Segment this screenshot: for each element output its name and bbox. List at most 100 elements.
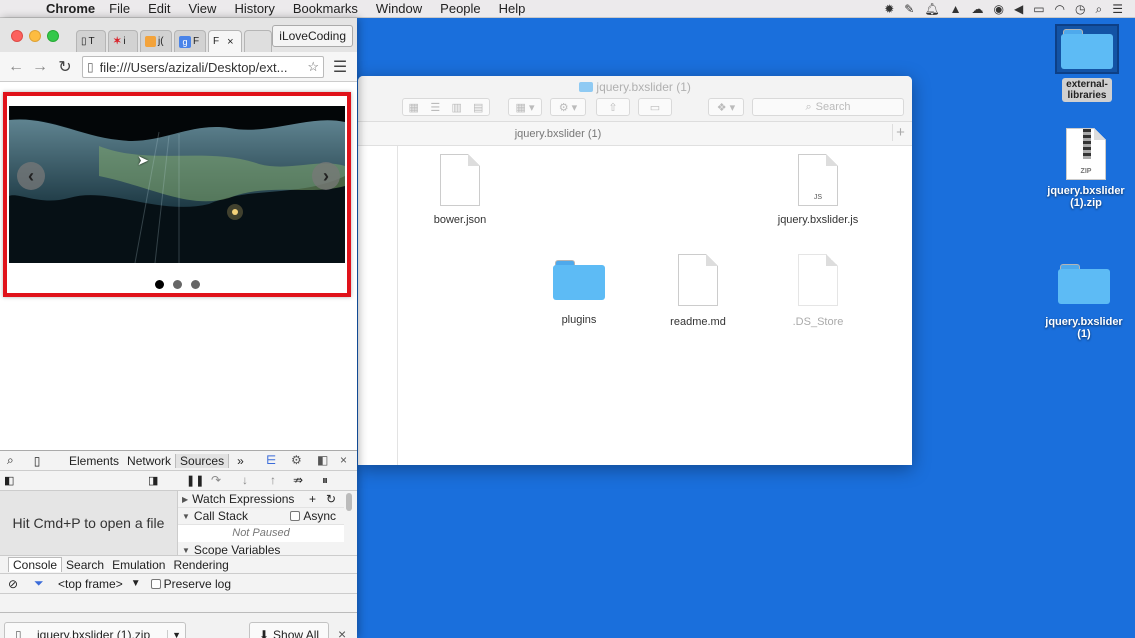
action-button[interactable]: ⚙ ▾	[550, 98, 586, 116]
creative-cloud-icon[interactable]: ☁	[971, 2, 983, 16]
clear-console-icon[interactable]: ⊘	[8, 577, 28, 591]
frame-select[interactable]: <top frame>	[58, 577, 123, 591]
debugger-scrollbar[interactable]	[346, 493, 352, 511]
finder-search-field[interactable]: ⌕ Search	[752, 98, 904, 116]
brightness-icon[interactable]: ✹	[884, 2, 894, 16]
spotlight-search-icon[interactable]: ⌕	[1096, 2, 1103, 17]
menu-view[interactable]: View	[188, 1, 216, 16]
step-into-icon[interactable]: ↓	[242, 473, 248, 487]
tab-network[interactable]: Network	[123, 454, 175, 468]
preserve-log-checkbox[interactable]	[150, 578, 161, 589]
call-stack-section[interactable]: ▼ Call Stack Async	[178, 508, 344, 525]
minimize-window-button[interactable]	[29, 30, 41, 42]
drawer-tab-rendering[interactable]: Rendering	[169, 558, 232, 572]
address-bar[interactable]: ▯ file:///Users/azizali/Desktop/ext... ☆	[82, 56, 324, 78]
share-button[interactable]: ⇧	[596, 98, 630, 116]
chevron-down-icon[interactable]: ▼	[131, 578, 141, 589]
menu-window[interactable]: Window	[376, 1, 422, 16]
step-over-icon[interactable]: ↷	[211, 473, 221, 487]
profile-button[interactable]: iLoveCoding	[272, 25, 353, 47]
google-drive-icon[interactable]: ▲	[950, 2, 962, 16]
close-window-button[interactable]	[11, 30, 23, 42]
slide-image-cave[interactable]: ➤	[9, 106, 345, 263]
tab-3[interactable]: j(	[140, 30, 172, 52]
tab-sources[interactable]: Sources	[175, 453, 230, 468]
notification-bell-icon[interactable]: 🔔︎	[924, 2, 939, 16]
console-drawer-icon[interactable]: ⋿	[266, 453, 276, 467]
tab-2[interactable]: ✶ i	[108, 30, 138, 52]
tab-close-icon[interactable]: ×	[227, 36, 233, 48]
tags-button[interactable]: ▭	[638, 98, 672, 116]
arrange-button[interactable]: ▦ ▾	[508, 98, 542, 116]
inspect-search-icon[interactable]: ⌕	[7, 453, 23, 468]
menu-people[interactable]: People	[440, 1, 480, 16]
tab-4[interactable]: gF	[174, 30, 206, 52]
more-tabs-icon[interactable]: »	[233, 454, 248, 468]
file-item-jquery-bxslider-js[interactable]: JS jquery.bxslider.js	[768, 154, 868, 226]
new-tab-plus-icon[interactable]: +	[892, 124, 908, 141]
notification-center-icon[interactable]: ☰	[1112, 2, 1123, 16]
gear-icon[interactable]: ⚙	[291, 453, 302, 467]
dropbox-button[interactable]: ❖ ▾	[708, 98, 744, 116]
watch-expressions-section[interactable]: ▶ Watch Expressions + ↻	[178, 491, 344, 508]
show-all-downloads-button[interactable]: ⬇ Show All	[249, 622, 329, 638]
pause-icon[interactable]: ❚❚	[186, 474, 204, 487]
async-checkbox-box[interactable]	[290, 511, 301, 521]
download-item[interactable]: ▯ jquery.bxslider (1).zip ▼	[4, 622, 186, 638]
menu-help[interactable]: Help	[499, 1, 526, 16]
volume-icon[interactable]: ◀	[1014, 2, 1023, 16]
menu-history[interactable]: History	[234, 1, 274, 16]
address-url[interactable]: file:///Users/azizali/Desktop/ext...	[100, 60, 288, 75]
dock-side-icon[interactable]: ◧	[317, 453, 328, 467]
download-file-name[interactable]: jquery.bxslider (1).zip	[37, 628, 150, 638]
desktop-icon-jquery-folder[interactable]: jquery.bxslider (1)	[1040, 264, 1128, 340]
async-checkbox[interactable]: Async	[290, 509, 336, 523]
battery-icon[interactable]: ▭	[1033, 2, 1044, 16]
list-view-icon[interactable]: ☰	[425, 101, 447, 114]
menu-app-name[interactable]: Chrome	[46, 1, 95, 16]
menu-edit[interactable]: Edit	[148, 1, 170, 16]
clock-icon[interactable]: ◷	[1075, 2, 1085, 16]
new-tab-button[interactable]	[244, 30, 272, 52]
device-mode-icon[interactable]: ▯	[23, 454, 51, 468]
desktop-icon-external-libraries[interactable]: external-libraries	[1054, 24, 1120, 102]
record-icon[interactable]: ◉	[993, 2, 1003, 16]
back-arrow-icon[interactable]: ←	[6, 57, 26, 77]
scope-variables-section[interactable]: ▼ Scope Variables	[178, 542, 344, 555]
chrome-menu-icon[interactable]: ☰	[330, 57, 350, 77]
file-item-readme-md[interactable]: readme.md	[648, 254, 748, 328]
column-view-icon[interactable]: ▥	[446, 101, 468, 114]
bookmark-star-icon[interactable]: ☆	[307, 59, 319, 75]
desktop-icon-zip[interactable]: ZIP jquery.bxslider (1).zip	[1040, 128, 1132, 209]
deactivate-breakpoints-icon[interactable]: ⇏	[293, 473, 303, 487]
tab-elements[interactable]: Elements	[65, 454, 123, 468]
drawer-tab-console[interactable]: Console	[8, 557, 63, 572]
toggle-navigator-icon[interactable]: ◧	[4, 474, 14, 487]
menu-bookmarks[interactable]: Bookmarks	[293, 1, 358, 16]
menu-file[interactable]: File	[109, 1, 130, 16]
icon-view-icon[interactable]: ▦	[403, 101, 425, 114]
tab-5-active[interactable]: F ×	[208, 30, 242, 52]
close-devtools-icon[interactable]: ×	[340, 453, 347, 467]
reload-icon[interactable]: ↻	[55, 57, 75, 77]
add-watch-icon[interactable]: +	[309, 492, 316, 506]
slider-next-button[interactable]: ›	[312, 162, 340, 190]
filter-icon[interactable]: ⏷	[34, 576, 54, 591]
step-out-icon[interactable]: ↑	[270, 473, 276, 487]
pager-dot-3[interactable]	[190, 280, 200, 289]
cover-flow-icon[interactable]: ▤	[468, 101, 490, 114]
download-options-chevron-icon[interactable]: ▼	[167, 630, 185, 638]
forward-arrow-icon[interactable]: →	[30, 57, 50, 77]
toggle-debugger-icon[interactable]: ◨	[148, 474, 158, 487]
file-item-plugins[interactable]: plugins	[529, 254, 629, 326]
drawer-tab-search[interactable]: Search	[62, 558, 108, 572]
view-mode-segmented[interactable]: ▦ ☰ ▥ ▤	[402, 98, 490, 116]
pen-icon[interactable]: ✎	[904, 2, 914, 16]
pause-on-exceptions-icon[interactable]: ⏸	[322, 473, 328, 488]
pager-dot-2[interactable]	[172, 280, 182, 289]
file-item-ds-store[interactable]: .DS_Store	[768, 254, 868, 328]
pager-dot-1[interactable]	[154, 280, 164, 289]
close-download-shelf-icon[interactable]: ×	[338, 626, 346, 638]
tab-1[interactable]: ▯ T	[76, 30, 106, 52]
slider-prev-button[interactable]: ‹	[17, 162, 45, 190]
